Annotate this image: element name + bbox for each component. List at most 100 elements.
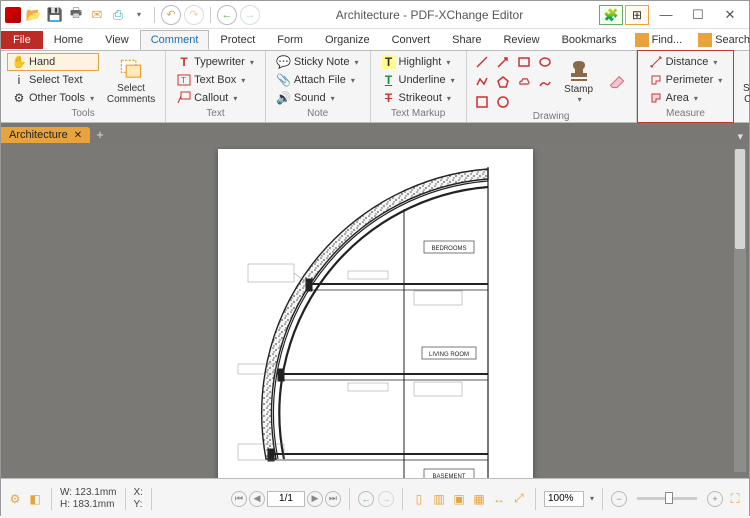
- file-tab[interactable]: File: [1, 31, 43, 49]
- panels-icon[interactable]: ◧: [27, 491, 43, 507]
- sound-tool[interactable]: 🔊Sound▾: [272, 89, 364, 107]
- pencil-tool[interactable]: [536, 73, 554, 91]
- first-page-button[interactable]: ⏮: [231, 491, 247, 507]
- select-comments-tool[interactable]: Select Comments: [103, 53, 159, 107]
- page-input[interactable]: [267, 491, 305, 507]
- tab-menu-button[interactable]: ▾: [731, 130, 749, 143]
- shape1-tool[interactable]: [473, 93, 491, 111]
- fullscreen-icon[interactable]: ⛶: [727, 491, 743, 507]
- arrow-tool[interactable]: [494, 53, 512, 71]
- undo-button[interactable]: ↶: [161, 5, 181, 25]
- top-right-tools: Find... Search...: [628, 30, 750, 50]
- layout-continuous-icon[interactable]: ▥: [431, 491, 447, 507]
- strikeout-tool[interactable]: TStrikeout▾: [377, 89, 460, 107]
- launch-button[interactable]: ⊞: [625, 5, 649, 25]
- zoom-input[interactable]: [544, 491, 584, 507]
- vertical-scrollbar[interactable]: [734, 149, 746, 472]
- fit-page-icon[interactable]: ⤢: [511, 491, 527, 507]
- zoom-slider[interactable]: [637, 497, 697, 500]
- search-button[interactable]: Search...: [691, 30, 750, 50]
- tab-comment[interactable]: Comment: [140, 30, 210, 50]
- mail-icon[interactable]: ✉: [88, 6, 106, 24]
- maximize-button[interactable]: ☐: [683, 5, 713, 25]
- document-viewport[interactable]: BEDROOMS LIVING ROOM BASEMENT: [1, 143, 749, 478]
- nav-back-icon[interactable]: ←: [358, 491, 374, 507]
- nav-fwd-button[interactable]: →: [240, 5, 260, 25]
- close-tab-icon[interactable]: ✕: [74, 130, 82, 141]
- group-drawing: Stamp▾ Drawing: [467, 51, 637, 122]
- nav-back-button[interactable]: ←: [217, 5, 237, 25]
- layout-single-icon[interactable]: ▯: [411, 491, 427, 507]
- sticky-note-tool[interactable]: 💬Sticky Note▾: [272, 53, 364, 71]
- layout-two-icon[interactable]: ▣: [451, 491, 467, 507]
- callout-tool[interactable]: Callout▾: [172, 89, 259, 107]
- area-tool[interactable]: Area▾: [644, 89, 728, 107]
- redo-button[interactable]: ↷: [184, 5, 204, 25]
- add-tab-button[interactable]: +: [92, 127, 108, 143]
- close-button[interactable]: ✕: [715, 5, 745, 25]
- tab-convert[interactable]: Convert: [381, 30, 442, 50]
- attach-file-tool[interactable]: 📎Attach File▾: [272, 71, 364, 89]
- other-tools[interactable]: ⚙Other Tools▾: [7, 89, 99, 107]
- zoom-slider-thumb[interactable]: [665, 492, 673, 504]
- tab-share[interactable]: Share: [441, 30, 492, 50]
- oval-tool[interactable]: [536, 53, 554, 71]
- layout-two-cont-icon[interactable]: ▦: [471, 491, 487, 507]
- save-icon[interactable]: 💾: [46, 6, 64, 24]
- group-drawing-label: Drawing: [473, 111, 630, 122]
- highlight-tool[interactable]: THighlight▾: [377, 53, 460, 71]
- stamp-tool[interactable]: Stamp▾: [558, 53, 600, 107]
- minimize-button[interactable]: —: [651, 5, 681, 25]
- cloud-tool[interactable]: [515, 73, 533, 91]
- group-markup: THighlight▾ TUnderline▾ TStrikeout▾ Text…: [371, 51, 467, 122]
- prev-page-button[interactable]: ◀: [249, 491, 265, 507]
- tab-form[interactable]: Form: [266, 30, 314, 50]
- tab-home[interactable]: Home: [43, 30, 94, 50]
- rect-icon: [517, 55, 531, 69]
- callout-label: Callout: [194, 92, 228, 104]
- tab-protect[interactable]: Protect: [209, 30, 266, 50]
- open-icon[interactable]: 📂: [25, 6, 43, 24]
- scan-icon[interactable]: ⎙: [109, 6, 127, 24]
- distance-tool[interactable]: Distance▾: [644, 53, 728, 71]
- hand-tool[interactable]: ✋Hand: [7, 53, 99, 71]
- group-note-label: Note: [272, 108, 364, 122]
- chevron-down-icon: ▾: [446, 58, 450, 67]
- chevron-down-icon: ▾: [90, 94, 94, 103]
- polyline-tool[interactable]: [473, 73, 491, 91]
- options-icon[interactable]: ⚙: [7, 491, 23, 507]
- document-tab[interactable]: Architecture ✕: [1, 127, 90, 143]
- line-tool[interactable]: [473, 53, 491, 71]
- ui-options-button[interactable]: 🧩: [599, 5, 623, 25]
- find-icon: [635, 33, 649, 47]
- perimeter-tool[interactable]: Perimeter▾: [644, 71, 728, 89]
- print-icon[interactable]: 🖶: [67, 6, 85, 24]
- eraser-tool[interactable]: [604, 53, 630, 107]
- scrollbar-thumb[interactable]: [735, 149, 745, 249]
- rect-tool[interactable]: [515, 53, 533, 71]
- select-text-tool[interactable]: ᎥSelect Text: [7, 71, 99, 89]
- text-box-label: Text Box: [194, 74, 236, 86]
- text-box-tool[interactable]: TText Box▾: [172, 71, 259, 89]
- tab-review[interactable]: Review: [492, 30, 550, 50]
- qat-dropdown-icon[interactable]: ▾: [130, 6, 148, 24]
- zoom-dropdown-icon[interactable]: ▾: [590, 494, 594, 503]
- next-page-button[interactable]: ▶: [307, 491, 323, 507]
- tab-organize[interactable]: Organize: [314, 30, 381, 50]
- last-page-button[interactable]: ⏭: [325, 491, 341, 507]
- shape2-tool[interactable]: [494, 93, 512, 111]
- zoom-out-button[interactable]: −: [611, 491, 627, 507]
- find-button[interactable]: Find...: [628, 30, 690, 50]
- tab-view[interactable]: View: [94, 30, 140, 50]
- fit-width-icon[interactable]: ↔: [491, 491, 507, 507]
- tab-bookmarks[interactable]: Bookmarks: [551, 30, 628, 50]
- summarize-comments[interactable]: Summarize Comments: [740, 53, 750, 107]
- chevron-down-icon: ▾: [694, 94, 698, 103]
- polygon-tool[interactable]: [494, 73, 512, 91]
- zoom-in-button[interactable]: +: [707, 491, 723, 507]
- typewriter-tool[interactable]: TTypewriter▾: [172, 53, 259, 71]
- underline-tool[interactable]: TUnderline▾: [377, 71, 460, 89]
- chevron-down-icon: ▾: [451, 76, 455, 85]
- perimeter-icon: [649, 73, 663, 87]
- nav-fwd-icon[interactable]: →: [378, 491, 394, 507]
